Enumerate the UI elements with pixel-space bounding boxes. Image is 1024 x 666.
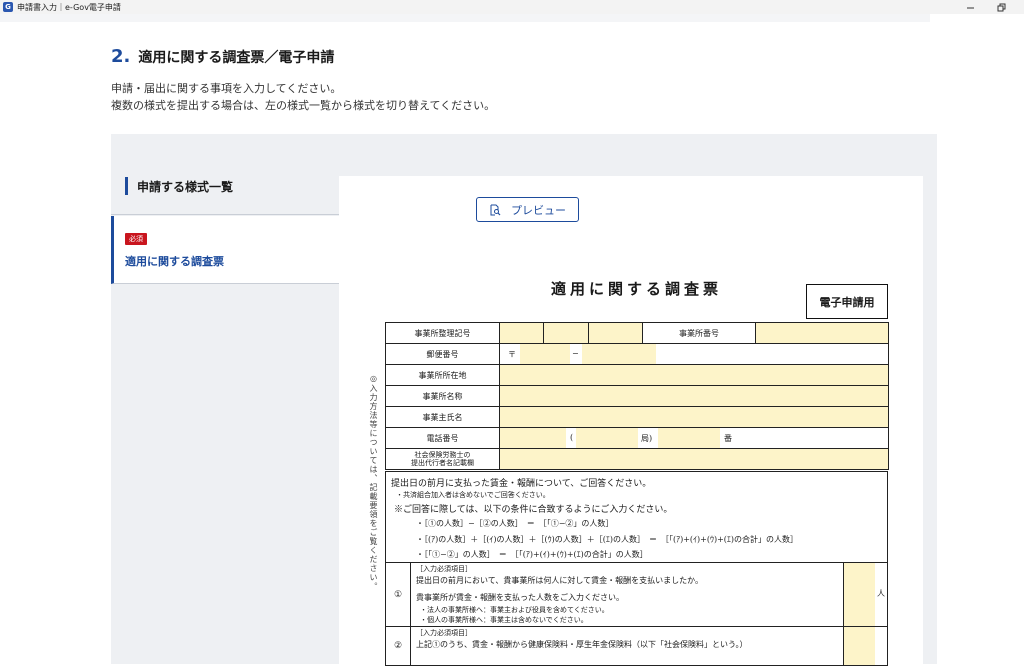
- phone-label: 電話番号: [385, 427, 500, 449]
- agent-label-line-1: 社会保険労務士の: [414, 451, 471, 459]
- phone-local-field[interactable]: [576, 428, 638, 448]
- question-line-4: ・［①の人数］−［②の人数］ ＝ ［「①−②」の人数］: [416, 519, 614, 528]
- step-title: 適用に関する調査票／電子申請: [138, 50, 335, 66]
- required-badge: 必須: [125, 233, 147, 245]
- question-line-5: ・［(ｱ)の人数］＋［(ｲ)の人数］＋［(ｳ)の人数］＋［(ｴ)の人数］ ＝ ［…: [416, 535, 799, 544]
- document-title: 適用に関する調査票: [551, 280, 723, 298]
- postal-dash: −: [572, 349, 579, 358]
- question-1-unit: 人: [877, 589, 885, 598]
- header-strip: [0, 14, 930, 22]
- question-1-note-1: ・法人の事業所様へ：事業主および役員を含めてください。: [420, 606, 609, 614]
- form-list-header: 申請する様式一覧: [111, 174, 339, 198]
- office-name-label: 事業所名称: [385, 385, 500, 407]
- phone-number-field[interactable]: [658, 428, 720, 448]
- question-1-text-2: 貴事業所が賃金・報酬を支払った人数をご入力ください。: [416, 593, 624, 602]
- table-row: 事業主氏名: [385, 406, 889, 428]
- question-2-row: ② ［入力必須項目］ 上記①のうち、賃金・報酬から健康保険料・厚生年金保険料（以…: [385, 626, 888, 666]
- description-line-1: 申請・届出に関する事項を入力してください。: [111, 82, 342, 95]
- preview-icon: [490, 204, 501, 215]
- phone-paren: (: [570, 433, 574, 442]
- phone-kyoku: 局): [641, 434, 653, 443]
- phone-ban: 番: [724, 434, 732, 443]
- table-row: 社会保険労務士の 提出代行者名記載欄: [385, 448, 889, 470]
- agent-label-line-2: 提出代行者名記載欄: [411, 459, 474, 467]
- office-code-label: 事業所整理記号: [385, 322, 500, 344]
- question-2-number: ②: [386, 627, 411, 665]
- question-line-6: ・［「①−②」の人数］ ＝ ［「(ｱ)+(ｲ)+(ｳ)+(ｴ)の合計」の人数］: [416, 550, 648, 559]
- owner-name-label: 事業主氏名: [385, 406, 500, 428]
- question-1-answer: 人: [843, 563, 887, 626]
- window-title-bar: G 申請書入力｜e-Gov電子申請: [0, 0, 1024, 14]
- restore-icon[interactable]: [986, 0, 1016, 14]
- question-1-row: ① ［入力必須項目］ 提出日の前月において、貴事業所は何人に対して賃金・報酬を支…: [385, 562, 888, 627]
- postal-code-label: 郵便番号: [385, 343, 500, 365]
- office-code-field-1[interactable]: [499, 322, 544, 344]
- postal-mark: 〒: [508, 350, 516, 359]
- question-line-1: 提出日の前月に支払った賃金・報酬について、ご回答ください。: [391, 479, 652, 489]
- divider: [111, 214, 339, 215]
- question-2-answer: [843, 627, 887, 665]
- office-code-field-2[interactable]: [543, 322, 589, 344]
- table-row: 事業所整理記号 事業所番号: [385, 322, 889, 344]
- office-number-field[interactable]: [755, 322, 889, 344]
- question-1-number: ①: [386, 563, 411, 626]
- table-row: 事業所名称: [385, 385, 889, 407]
- postal-code-field-2[interactable]: [582, 344, 656, 364]
- office-number-label: 事業所番号: [642, 322, 756, 344]
- address-label: 事業所所在地: [385, 364, 500, 386]
- form-list-item-label: 適用に関する調査票: [125, 255, 224, 268]
- description-line-2: 複数の様式を提出する場合は、左の様式一覧から様式を切り替えてください。: [111, 99, 496, 112]
- preview-label: プレビュー: [511, 204, 566, 217]
- e-application-label: 電子申請用: [806, 284, 888, 319]
- question-1-text-1: 提出日の前月において、貴事業所は何人に対して賃金・報酬を支払いましたか。: [416, 576, 703, 585]
- question-1-count-field[interactable]: [844, 563, 875, 626]
- input-instructions-note: ◎入力方法等については、記載要領をご覧ください。: [369, 374, 378, 591]
- header-accent-bar: [125, 177, 128, 195]
- office-info-table: 事業所整理記号 事業所番号 郵便番号 〒 − 事業所所在地 事業所名称 事業主氏…: [385, 322, 889, 470]
- app-logo-icon: G: [3, 2, 13, 12]
- window-title: 申請書入力｜e-Gov電子申請: [17, 2, 121, 12]
- agent-label: 社会保険労務士の 提出代行者名記載欄: [385, 448, 500, 470]
- phone-area-field[interactable]: [500, 428, 566, 448]
- question-2-text-1: 上記①のうち、賃金・報酬から健康保険料・厚生年金保険料（以下「社会保険料」という…: [416, 640, 748, 649]
- table-row: 電話番号 ( 局) 番: [385, 427, 889, 449]
- question-1-note-2: ・個人の事業所様へ：事業主は含めないでください。: [420, 616, 588, 624]
- step-number: 2.: [111, 46, 131, 67]
- postal-code-cell: 〒 −: [499, 343, 889, 365]
- form-list-item[interactable]: 必須 適用に関する調査票: [111, 216, 339, 284]
- question-1-required-tag: ［入力必須項目］: [416, 565, 472, 573]
- minimize-icon[interactable]: [955, 0, 985, 14]
- office-name-field[interactable]: [499, 385, 889, 407]
- agent-field[interactable]: [499, 448, 889, 470]
- question-line-2: ・共済組合加入者は含めないでご回答ください。: [396, 491, 550, 499]
- address-field[interactable]: [499, 364, 889, 386]
- question-instructions: 提出日の前月に支払った賃金・報酬について、ご回答ください。 ・共済組合加入者は含…: [385, 471, 888, 563]
- question-line-3: ※ご回答に際しては、以下の条件に合致するようにご入力ください。: [394, 505, 673, 515]
- postal-code-field-1[interactable]: [520, 344, 570, 364]
- table-row: 事業所所在地: [385, 364, 889, 386]
- form-list-title: 申請する様式一覧: [137, 179, 234, 194]
- phone-cell: ( 局) 番: [499, 427, 889, 449]
- table-row: 郵便番号 〒 −: [385, 343, 889, 365]
- owner-name-field[interactable]: [499, 406, 889, 428]
- question-2-required-tag: ［入力必須項目］: [416, 629, 472, 637]
- page-title: 2. 適用に関する調査票／電子申請: [111, 46, 334, 67]
- office-code-field-3[interactable]: [588, 322, 643, 344]
- preview-button[interactable]: プレビュー: [476, 197, 579, 222]
- question-2-count-field[interactable]: [844, 627, 875, 665]
